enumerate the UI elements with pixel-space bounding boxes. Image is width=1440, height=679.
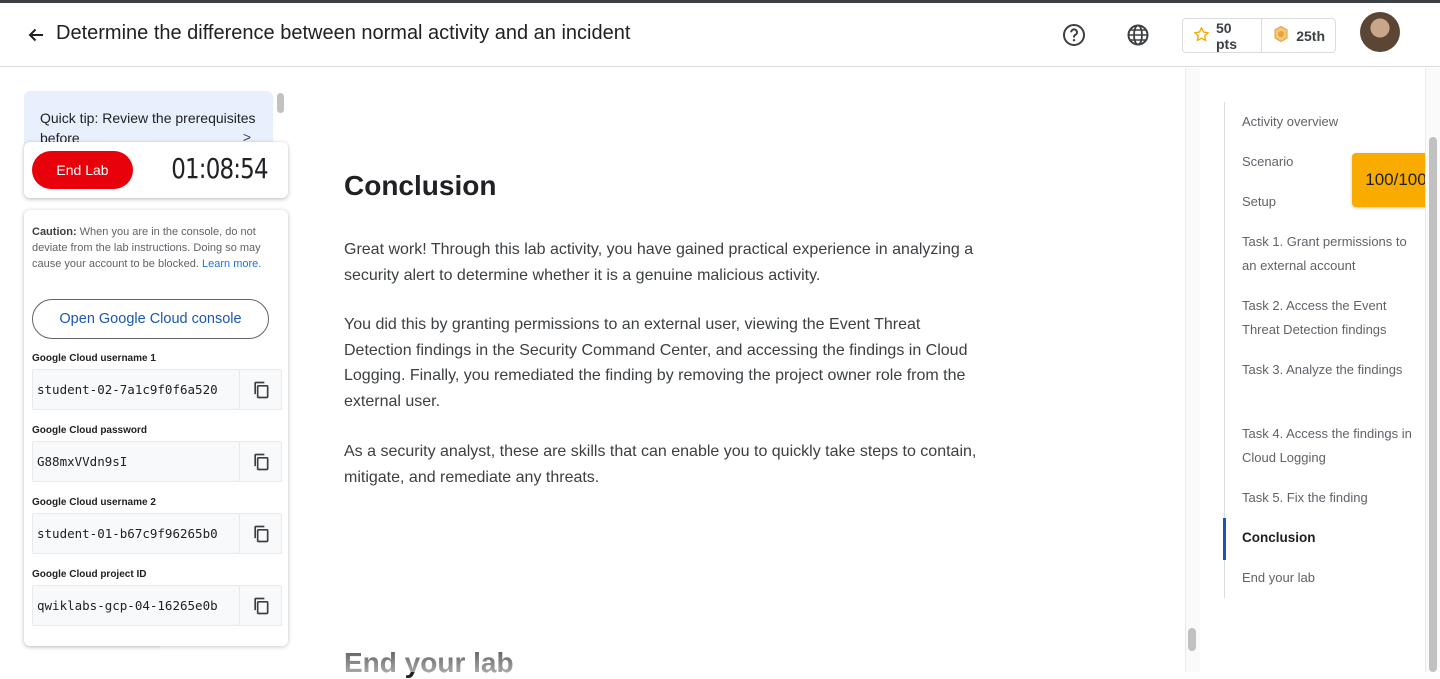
password-value[interactable]: G88mxVVdn9sI xyxy=(33,442,241,481)
toc-active-indicator xyxy=(1223,518,1226,560)
paragraph: You did this by granting permissions to … xyxy=(344,316,968,410)
username-2-value[interactable]: student-01-b67c9f96265b0 xyxy=(33,514,241,553)
lab-timer: 01:08:54 xyxy=(171,152,268,185)
open-console-button[interactable]: Open Google Cloud console xyxy=(32,299,269,339)
username-2-label: Google Cloud username 2 xyxy=(32,497,156,508)
copy-icon[interactable] xyxy=(240,442,281,481)
password-field: G88mxVVdn9sI xyxy=(32,441,282,482)
points-label: 50 pts xyxy=(1216,19,1237,52)
league-badge-icon xyxy=(1272,25,1290,46)
toc-scrollbar-thumb[interactable] xyxy=(1429,137,1437,672)
copy-icon[interactable] xyxy=(240,586,281,625)
next-section-heading: End your lab xyxy=(344,647,514,678)
caution-notice: Caution: When you are in the console, do… xyxy=(32,224,282,272)
copy-icon[interactable] xyxy=(240,370,281,409)
points-display: 50 pts xyxy=(1183,19,1261,52)
paragraph: As a security analyst, these are skills … xyxy=(344,443,977,486)
caution-label: Caution: xyxy=(32,226,77,238)
back-arrow-icon[interactable] xyxy=(22,21,50,49)
header-bar: Determine the difference between normal … xyxy=(0,3,1440,67)
username-2-field: student-01-b67c9f96265b0 xyxy=(32,513,282,554)
points-rank-widget[interactable]: 50 pts 25th xyxy=(1182,18,1336,53)
username-1-value[interactable]: student-02-7a1c9f0f6a520 xyxy=(33,370,241,409)
username-1-field: student-02-7a1c9f0f6a520 xyxy=(32,369,282,410)
toc-item-task-3[interactable]: Task 3. Analyze the findings xyxy=(1242,358,1412,382)
toc-item-task-4[interactable]: Task 4. Access the findings in Cloud Log… xyxy=(1242,422,1412,470)
rank-label: 25th xyxy=(1296,27,1325,44)
avatar[interactable] xyxy=(1360,12,1400,52)
star-icon xyxy=(1193,26,1210,46)
toc-item-conclusion[interactable]: Conclusion xyxy=(1242,526,1412,550)
section-heading: Conclusion xyxy=(344,170,497,201)
toc-item-task-2[interactable]: Task 2. Access the Event Threat Detectio… xyxy=(1242,294,1412,342)
username-1-label: Google Cloud username 1 xyxy=(32,353,156,364)
quick-tip-text: Quick tip: Review the prerequisites befo… xyxy=(40,110,256,146)
lab-instructions-content: Conclusion Great work! Through this lab … xyxy=(344,150,989,486)
left-panel-scrollbar[interactable] xyxy=(277,93,284,113)
end-lab-button[interactable]: End Lab xyxy=(32,151,133,189)
toc-item-end-your-lab[interactable]: End your lab xyxy=(1242,566,1412,590)
lab-timer-card: End Lab 01:08:54 xyxy=(24,142,288,198)
project-id-value[interactable]: qwiklabs-gcp-04-16265e0b xyxy=(33,586,241,625)
toc-item-task-5[interactable]: Task 5. Fix the finding xyxy=(1242,486,1412,510)
learn-more-link[interactable]: Learn more. xyxy=(202,258,261,270)
paragraph: Great work! Through this lab activity, y… xyxy=(344,241,974,284)
bottom-fade-overlay xyxy=(160,630,1190,672)
project-id-label: Google Cloud project ID xyxy=(32,569,147,580)
copy-icon[interactable] xyxy=(240,514,281,553)
main-scrollbar-track xyxy=(1185,68,1200,672)
rank-display: 25th xyxy=(1261,19,1335,52)
main-scrollbar-thumb[interactable] xyxy=(1188,628,1196,651)
credentials-card: Caution: When you are in the console, do… xyxy=(24,210,288,646)
page-title: Determine the difference between normal … xyxy=(56,22,631,44)
project-id-field: qwiklabs-gcp-04-16265e0b xyxy=(32,585,282,626)
password-label: Google Cloud password xyxy=(32,425,148,436)
toc-item-activity-overview[interactable]: Activity overview xyxy=(1242,110,1412,134)
language-globe-icon[interactable] xyxy=(1124,21,1152,49)
help-icon[interactable] xyxy=(1060,21,1088,49)
toc-item-task-1[interactable]: Task 1. Grant permissions to an external… xyxy=(1242,230,1412,278)
